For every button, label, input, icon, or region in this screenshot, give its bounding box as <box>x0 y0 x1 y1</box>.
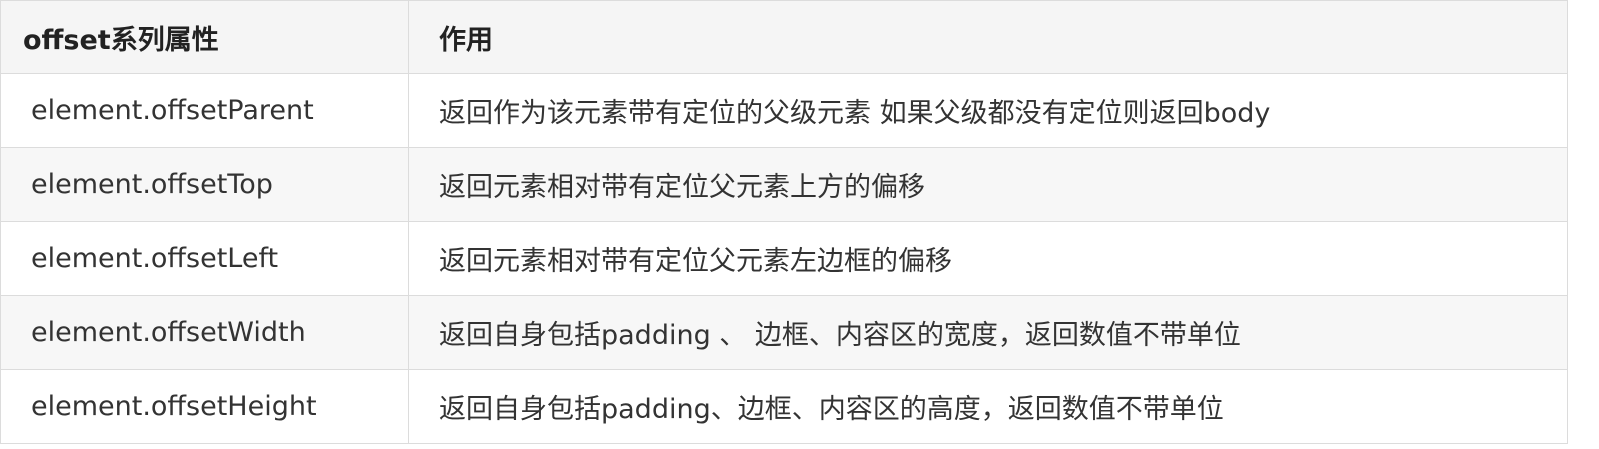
table-row: element.offsetLeft 返回元素相对带有定位父元素左边框的偏移 <box>0 221 1568 296</box>
table-body: element.offsetParent 返回作为该元素带有定位的父级元素 如果… <box>0 73 1568 444</box>
table-row: element.offsetHeight 返回自身包括padding、边框、内容… <box>0 369 1568 444</box>
cell-attribute: element.offsetWidth <box>0 295 409 370</box>
cell-purpose: 返回自身包括padding 、 边框、内容区的宽度，返回数值不带单位 <box>408 295 1568 370</box>
cell-purpose: 返回作为该元素带有定位的父级元素 如果父级都没有定位则返回body <box>408 73 1568 148</box>
cell-attribute: element.offsetLeft <box>0 221 409 296</box>
header-attribute: offset系列属性 <box>0 0 409 74</box>
cell-attribute: element.offsetParent <box>0 73 409 148</box>
cell-purpose: 返回元素相对带有定位父元素上方的偏移 <box>408 147 1568 222</box>
table-row: element.offsetTop 返回元素相对带有定位父元素上方的偏移 <box>0 147 1568 222</box>
offset-properties-table: offset系列属性 作用 element.offsetParent 返回作为该… <box>0 0 1568 444</box>
cell-attribute: element.offsetTop <box>0 147 409 222</box>
cell-attribute: element.offsetHeight <box>0 369 409 444</box>
table-row: element.offsetWidth 返回自身包括padding 、 边框、内… <box>0 295 1568 370</box>
table-row: element.offsetParent 返回作为该元素带有定位的父级元素 如果… <box>0 73 1568 148</box>
header-purpose: 作用 <box>408 0 1568 74</box>
cell-purpose: 返回元素相对带有定位父元素左边框的偏移 <box>408 221 1568 296</box>
header-row: offset系列属性 作用 <box>0 0 1568 74</box>
table-header: offset系列属性 作用 <box>0 0 1568 74</box>
cell-purpose: 返回自身包括padding、边框、内容区的高度，返回数值不带单位 <box>408 369 1568 444</box>
